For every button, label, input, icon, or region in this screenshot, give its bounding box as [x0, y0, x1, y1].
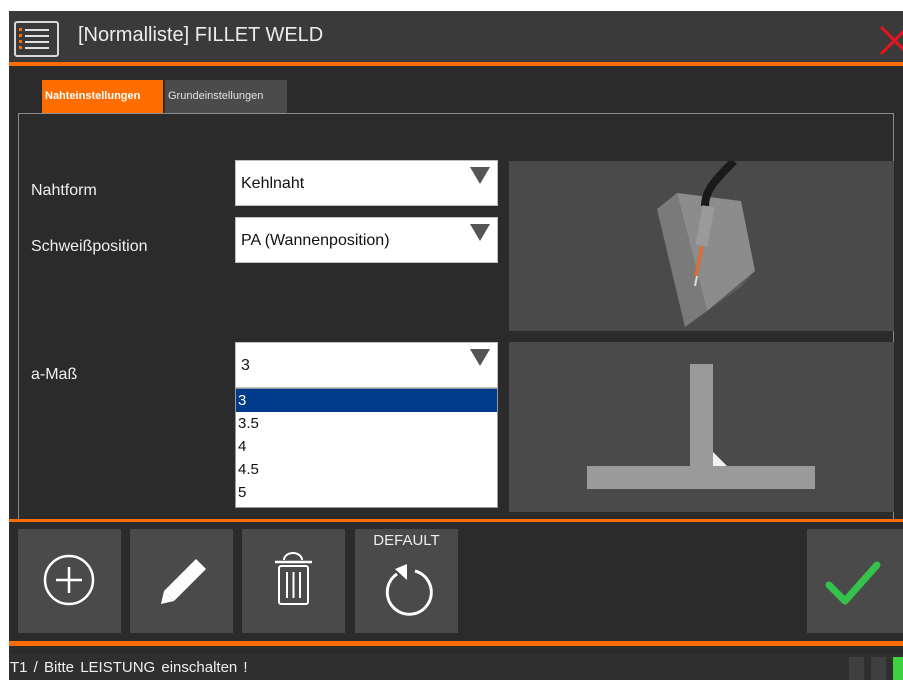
- a-mass-select[interactable]: 3: [235, 342, 498, 388]
- chevron-down-icon[interactable]: [470, 349, 490, 366]
- schweissposition-label: Schweißposition: [31, 238, 148, 255]
- edit-button[interactable]: [130, 529, 233, 633]
- schweissposition-value: PA (Wannenposition): [241, 232, 390, 249]
- title-divider: [9, 62, 903, 66]
- title-bar: [Normalliste] FILLET WELD: [9, 11, 903, 66]
- plus-circle-icon: [43, 554, 95, 606]
- default-button-label: DEFAULT: [373, 532, 440, 549]
- nahtform-select[interactable]: Kehlnaht: [235, 160, 498, 206]
- dropdown-option[interactable]: 4.5: [236, 458, 497, 481]
- app-window: [Normalliste] FILLET WELD Nahteinstellun…: [9, 11, 903, 680]
- tab-grundeinstellungen[interactable]: Grundeinstellungen: [165, 80, 287, 113]
- schweissposition-select[interactable]: PA (Wannenposition): [235, 217, 498, 263]
- weld-position-illustration: [509, 161, 894, 331]
- checkmark-icon: [825, 561, 881, 605]
- chevron-down-icon[interactable]: [470, 224, 490, 241]
- nahtform-value: Kehlnaht: [241, 175, 305, 192]
- list-menu-icon[interactable]: [14, 21, 59, 57]
- a-mass-illustration: [509, 342, 894, 512]
- status-divider: [9, 641, 903, 646]
- tab-nahteinstellungen[interactable]: Nahteinstellungen: [42, 80, 163, 113]
- dropdown-option[interactable]: 4: [236, 435, 497, 458]
- default-button[interactable]: DEFAULT: [355, 529, 458, 633]
- pencil-icon: [161, 559, 206, 604]
- t-joint-cross-section-image: [587, 364, 815, 489]
- status-indicator-active: [893, 657, 903, 680]
- a-mass-dropdown-list: 3 3.5 4 4.5 5: [235, 388, 498, 508]
- confirm-button[interactable]: [807, 529, 903, 633]
- dropdown-option[interactable]: 3: [236, 389, 497, 412]
- fillet-weld-torch-image: [657, 161, 755, 327]
- delete-button[interactable]: [242, 529, 345, 633]
- dropdown-option[interactable]: 3.5: [236, 412, 497, 435]
- panel-divider: [9, 519, 903, 522]
- add-button[interactable]: [18, 529, 121, 633]
- status-message: T1 / Bitte LEISTUNG einschalten !: [10, 659, 248, 676]
- a-mass-value: 3: [241, 357, 250, 374]
- dropdown-option[interactable]: 5: [236, 481, 497, 504]
- nahtform-label: Nahtform: [31, 182, 97, 199]
- status-indicator: [849, 657, 864, 680]
- close-icon[interactable]: [878, 19, 903, 59]
- status-bar: T1 / Bitte LEISTUNG einschalten !: [9, 654, 903, 680]
- trash-icon: [275, 552, 312, 605]
- status-indicator: [871, 657, 886, 680]
- a-mass-label: a-Maß: [31, 366, 78, 383]
- window-title: [Normalliste] FILLET WELD: [78, 24, 324, 46]
- chevron-down-icon[interactable]: [470, 167, 490, 184]
